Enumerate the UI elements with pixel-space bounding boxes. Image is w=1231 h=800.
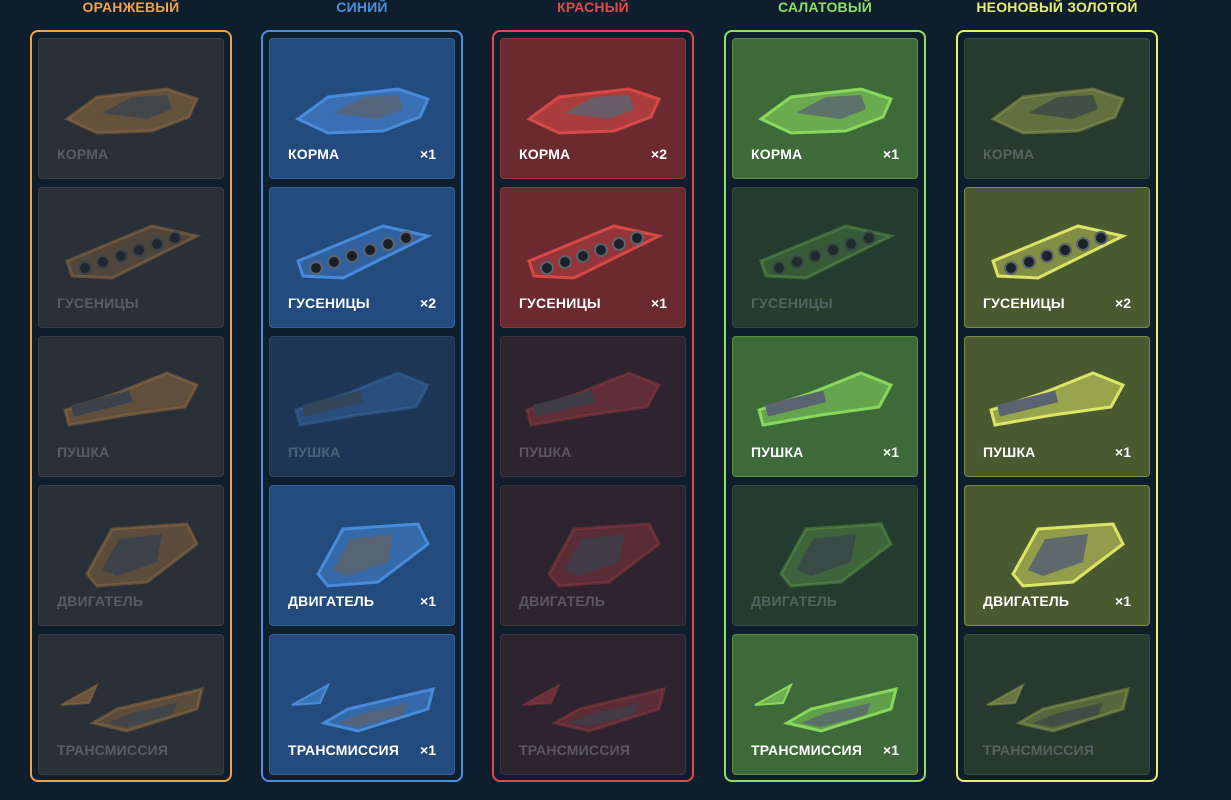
paint-column: НЕОНОВЫЙ ЗОЛОТОЙ КОРМА ГУСЕНИЦЫ ×2 ПУШКА ×… [956,0,1158,782]
part-label: ДВИГАТЕЛЬ [751,593,838,609]
part-count: ×2 [420,295,436,311]
paint-column: САЛАТОВЫЙ КОРМА ×1 ГУСЕНИЦЫ ПУШКА ×1 ДВИГА… [724,0,926,782]
part-card[interactable]: ГУСЕНИЦЫ ×2 [269,187,455,328]
part-label: ТРАНСМИССИЯ [57,742,169,758]
part-card[interactable]: ДВИГАТЕЛЬ ×1 [269,485,455,626]
part-label: ПУШКА [751,444,804,460]
part-count: ×2 [651,146,667,162]
part-card[interactable]: ГУСЕНИЦЫ ×2 [964,187,1150,328]
part-label: ДВИГАТЕЛЬ [519,593,606,609]
column-frame: КОРМА ГУСЕНИЦЫ ПУШКА ДВИГАТЕЛЬ ТРАНСМИСС… [30,30,232,782]
part-label: ДВИГАТЕЛЬ [57,593,144,609]
part-card[interactable]: ДВИГАТЕЛЬ [500,485,686,626]
column-title: САЛАТОВЫЙ [777,0,873,15]
part-label: КОРМА [57,146,109,162]
part-label: ПУШКА [288,444,341,460]
paint-column: ОРАНЖЕВЫЙ КОРМА ГУСЕНИЦЫ ПУШКА ДВИГАТЕЛЬ… [30,0,232,782]
part-label: ГУСЕНИЦЫ [288,295,370,311]
part-count: ×1 [1115,593,1131,609]
part-count: ×1 [420,593,436,609]
column-title: ОРАНЖЕВЫЙ [82,0,180,15]
part-label: ТРАНСМИССИЯ [751,742,863,758]
part-card[interactable]: ПУШКА ×1 [732,336,918,477]
part-card[interactable]: ГУСЕНИЦЫ [38,187,224,328]
part-card[interactable]: КОРМА ×1 [732,38,918,179]
paint-column: СИНИЙ КОРМА ×1 ГУСЕНИЦЫ ×2 ПУШКА ДВИГАТЕЛЬ… [261,0,463,782]
part-card[interactable]: ГУСЕНИЦЫ ×1 [500,187,686,328]
part-count: ×1 [883,146,899,162]
part-card[interactable]: ГУСЕНИЦЫ [732,187,918,328]
part-label: КОРМА [983,146,1035,162]
part-card[interactable]: КОРМА [38,38,224,179]
part-card[interactable]: ДВИГАТЕЛЬ ×1 [964,485,1150,626]
part-count: ×1 [883,444,899,460]
part-label: ГУСЕНИЦЫ [983,295,1065,311]
part-count: ×1 [883,742,899,758]
part-count: ×1 [1115,444,1131,460]
column-title: СИНИЙ [336,0,388,15]
column-frame: КОРМА ×1 ГУСЕНИЦЫ ПУШКА ×1 ДВИГАТЕЛЬ ТРАНС… [724,30,926,782]
part-card[interactable]: ДВИГАТЕЛЬ [38,485,224,626]
part-label: ДВИГАТЕЛЬ [288,593,375,609]
part-label: ПУШКА [519,444,572,460]
part-card[interactable]: КОРМА ×2 [500,38,686,179]
column-title: КРАСНЫЙ [557,0,629,15]
part-card[interactable]: ПУШКА [500,336,686,477]
part-label: КОРМА [751,146,803,162]
part-card[interactable]: ТРАНСМИССИЯ [500,634,686,775]
part-card[interactable]: ДВИГАТЕЛЬ [732,485,918,626]
part-card[interactable]: ТРАНСМИССИЯ [38,634,224,775]
column-frame: КОРМА ×1 ГУСЕНИЦЫ ×2 ПУШКА ДВИГАТЕЛЬ ×1 ТРА… [261,30,463,782]
part-label: ГУСЕНИЦЫ [751,295,833,311]
part-card[interactable]: ТРАНСМИССИЯ ×1 [269,634,455,775]
part-count: ×2 [1115,295,1131,311]
paint-column: КРАСНЫЙ КОРМА ×2 ГУСЕНИЦЫ ×1 ПУШКА ДВИГАТЕ… [492,0,694,782]
part-card[interactable]: ПУШКА [38,336,224,477]
part-card[interactable]: КОРМА [964,38,1150,179]
part-count: ×1 [420,146,436,162]
part-card[interactable]: ПУШКА ×1 [964,336,1150,477]
part-count: ×1 [651,295,667,311]
part-label: КОРМА [288,146,340,162]
part-label: ТРАНСМИССИЯ [983,742,1095,758]
column-frame: КОРМА ГУСЕНИЦЫ ×2 ПУШКА ×1 ДВИГАТЕЛЬ ×1 ТРА… [956,30,1158,782]
part-label: КОРМА [519,146,571,162]
part-label: ГУСЕНИЦЫ [57,295,139,311]
part-card[interactable]: ПУШКА [269,336,455,477]
part-label: ГУСЕНИЦЫ [519,295,601,311]
column-title: НЕОНОВЫЙ ЗОЛОТОЙ [976,0,1138,15]
part-label: ДВИГАТЕЛЬ [983,593,1070,609]
part-label: ТРАНСМИССИЯ [519,742,631,758]
part-label: ПУШКА [983,444,1036,460]
part-label: ТРАНСМИССИЯ [288,742,400,758]
part-card[interactable]: ТРАНСМИССИЯ ×1 [732,634,918,775]
column-frame: КОРМА ×2 ГУСЕНИЦЫ ×1 ПУШКА ДВИГАТЕЛЬ ТРАНС… [492,30,694,782]
part-card[interactable]: КОРМА ×1 [269,38,455,179]
part-card[interactable]: ТРАНСМИССИЯ [964,634,1150,775]
part-count: ×1 [420,742,436,758]
part-label: ПУШКА [57,444,110,460]
